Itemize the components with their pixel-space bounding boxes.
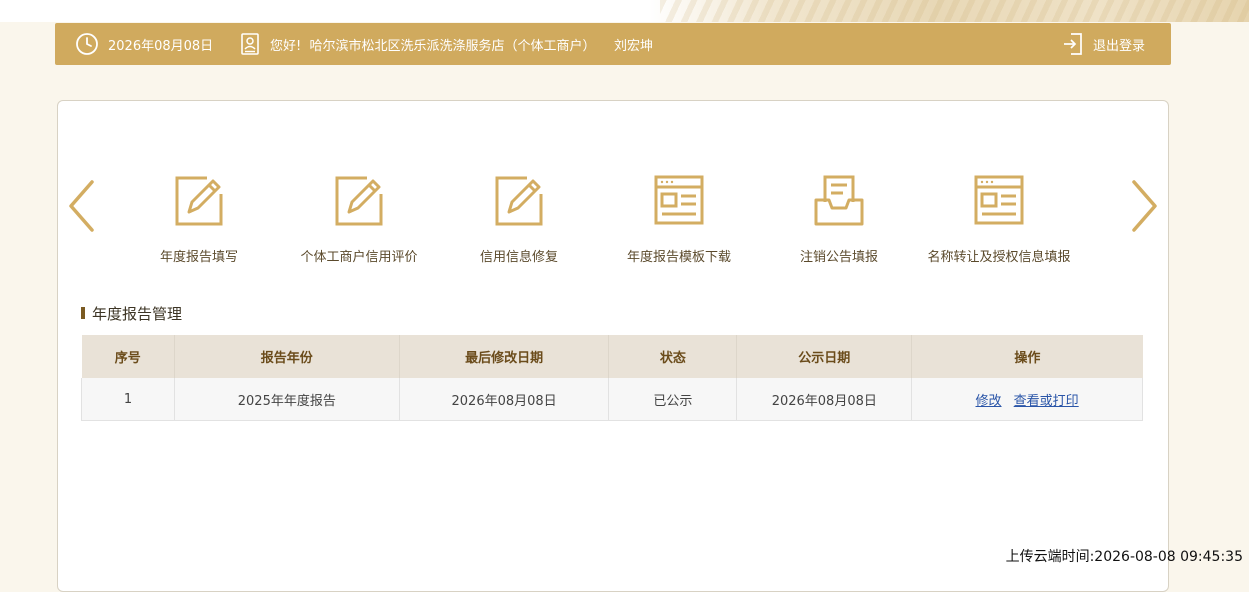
nav-item-name-transfer[interactable]: 名称转让及授权信息填报 [919, 172, 1079, 267]
header-bar: 2026年08月08日 您好! 哈尔滨市松北区洗乐派洗涤服务店（个体工商户） 刘… [55, 23, 1171, 65]
column-header-publish-date: 公示日期 [736, 335, 913, 378]
view-print-link[interactable]: 查看或打印 [1014, 394, 1079, 409]
cell-status: 已公示 [608, 378, 738, 421]
edit-pencil-icon [333, 172, 385, 228]
section-title-text: 年度报告管理 [92, 304, 183, 323]
column-header-status: 状态 [608, 335, 738, 378]
nav-item-label: 名称转让及授权信息填报 [927, 250, 1071, 265]
column-header-modified: 最后修改日期 [399, 335, 610, 378]
document-template-icon [653, 172, 705, 228]
cell-publish-date: 2026年08月08日 [736, 378, 913, 421]
column-header-actions: 操作 [911, 335, 1143, 378]
edit-pencil-icon [173, 172, 225, 228]
section-title: 年度报告管理 [81, 304, 183, 323]
chevron-left-icon[interactable] [66, 178, 96, 234]
upload-time-text: 上传云端时间:2026-08-08 09:45:35 [1005, 549, 1243, 565]
cell-actions: 修改 查看或打印 [911, 378, 1143, 421]
logout-icon[interactable] [1062, 23, 1084, 65]
nav-item-cancellation-notice[interactable]: 注销公告填报 [759, 172, 919, 267]
nav-item-credit-evaluation[interactable]: 个体工商户信用评价 [279, 172, 439, 267]
current-date: 2026年08月08日 [108, 38, 214, 54]
nav-item-template-download[interactable]: 年度报告模板下载 [599, 172, 759, 267]
annual-report-table: 序号 报告年份 最后修改日期 状态 公示日期 操作 1 2025年年度报告 20… [81, 335, 1143, 421]
table-row: 1 2025年年度报告 2026年08月08日 已公示 2026年08月08日 … [81, 378, 1143, 421]
cell-modified-date: 2026年08月08日 [399, 378, 610, 421]
column-header-year: 报告年份 [174, 335, 400, 378]
cell-index: 1 [81, 378, 175, 421]
nav-item-credit-repair[interactable]: 信用信息修复 [439, 172, 599, 267]
edit-report-link[interactable]: 修改 [976, 394, 1002, 409]
clock-icon [75, 23, 99, 65]
nav-item-label: 年度报告模板下载 [626, 250, 731, 265]
nav-item-label: 注销公告填报 [799, 250, 878, 265]
edit-pencil-icon [493, 172, 545, 228]
user-name: 刘宏坤 [614, 38, 654, 54]
greeting-text: 您好! 哈尔滨市松北区洗乐派洗涤服务店（个体工商户） [270, 38, 596, 54]
user-card-icon [240, 23, 260, 65]
nav-item-annual-report-fill[interactable]: 年度报告填写 [119, 172, 279, 267]
chevron-right-icon[interactable] [1130, 178, 1160, 234]
document-template-icon [973, 172, 1025, 228]
table-header-row: 序号 报告年份 最后修改日期 状态 公示日期 操作 [81, 335, 1143, 378]
section-title-marker [81, 307, 85, 319]
nav-item-label: 年度报告填写 [159, 250, 238, 265]
logout-button[interactable]: 退出登录 [1093, 23, 1145, 65]
top-decorative-banner [0, 0, 1249, 22]
nav-item-label: 个体工商户信用评价 [300, 250, 418, 265]
nav-item-label: 信用信息修复 [479, 250, 558, 265]
cell-report-year: 2025年年度报告 [174, 378, 400, 421]
column-header-index: 序号 [81, 335, 175, 378]
inbox-document-icon [813, 172, 865, 228]
